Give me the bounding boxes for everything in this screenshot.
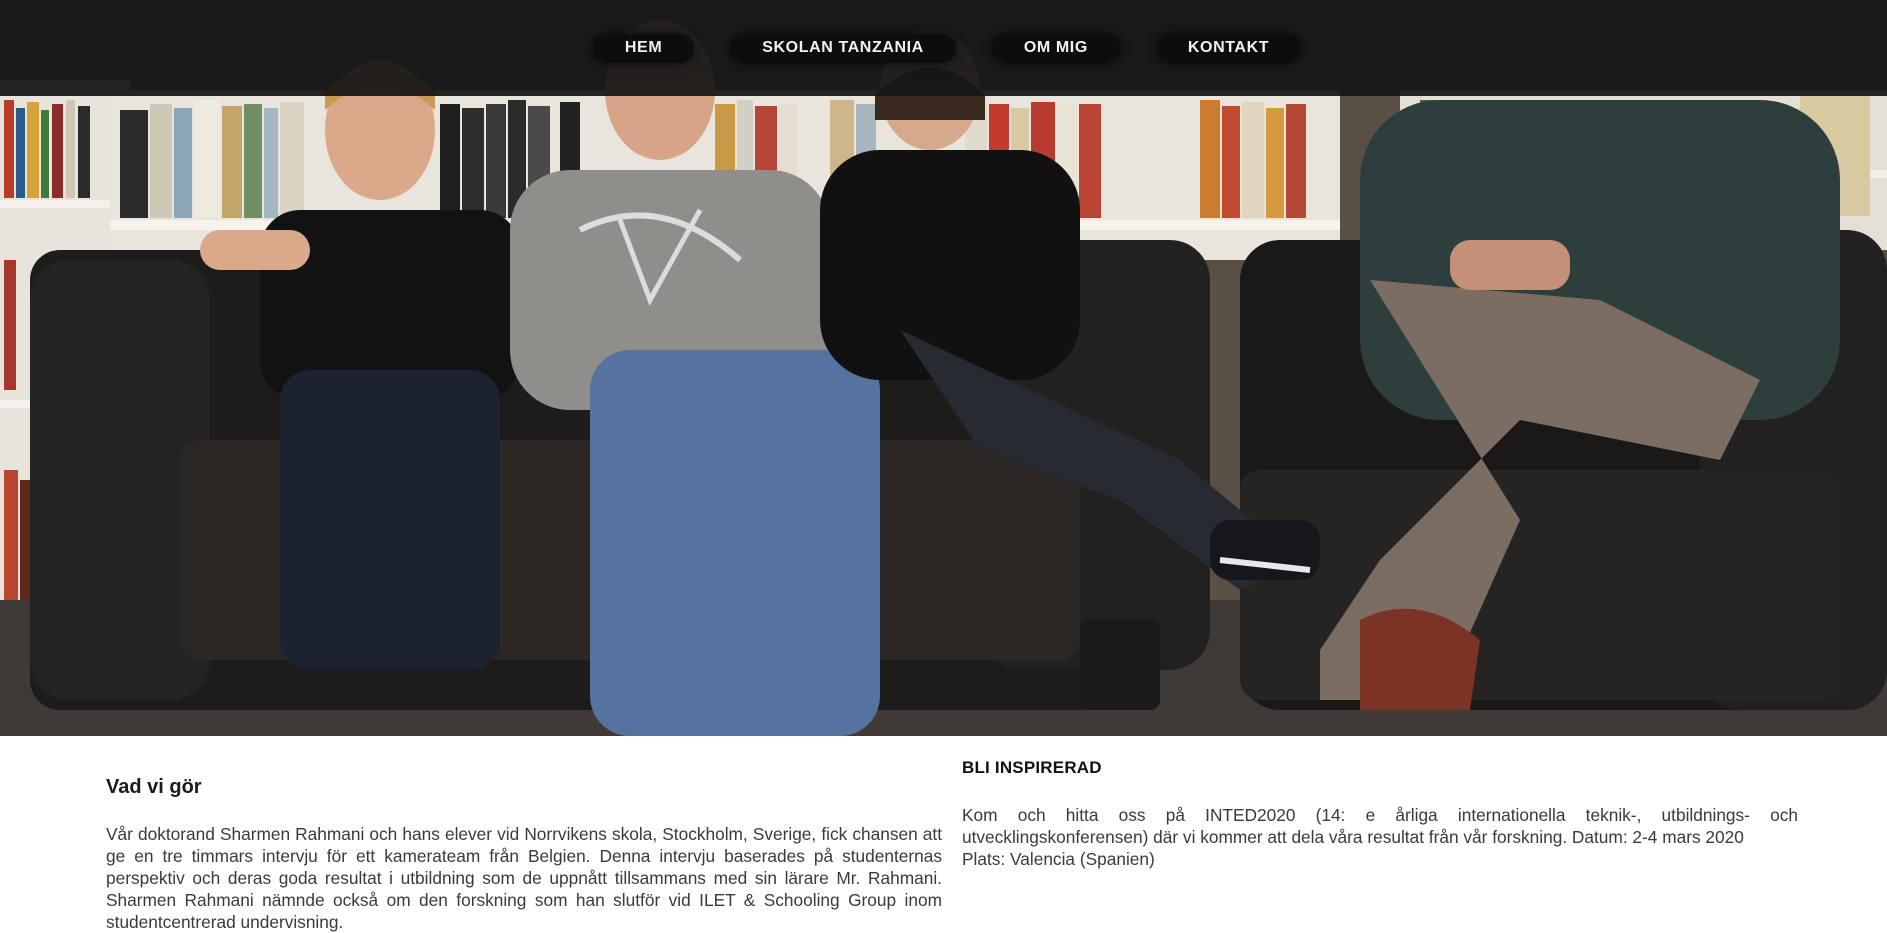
section-text: Kom och hitta oss på INTED2020 (14: e år… [962, 805, 1798, 847]
nav-item-kontakt[interactable]: KONTAKT [1155, 33, 1302, 63]
nav-menu: HEM SKOLAN TANZANIA OM MIG KONTAKT [592, 33, 1302, 63]
section-vad-vi-gor: Vad vi gör Vår doktorand Sharmen Rahmani… [106, 776, 942, 933]
section-bli-inspirerad: BLI INSPIRERAD Kom och hitta oss på INTE… [962, 758, 1798, 870]
hero-photo: HEM SKOLAN TANZANIA OM MIG KONTAKT [0, 0, 1887, 736]
section-text: Vår doktorand Sharmen Rahmani och hans e… [106, 824, 942, 932]
section-location-text: Plats: Valencia (Spanien) [962, 849, 1155, 869]
nav-item-skolan-tanzania[interactable]: SKOLAN TANZANIA [730, 33, 956, 63]
section-heading: Vad vi gör [106, 776, 202, 798]
nav-item-om-mig[interactable]: OM MIG [991, 33, 1120, 63]
top-navigation: HEM SKOLAN TANZANIA OM MIG KONTAKT [0, 0, 1887, 96]
section-heading: BLI INSPIRERAD [962, 758, 1102, 777]
hero-illustration [0, 0, 1887, 736]
nav-item-hem[interactable]: HEM [592, 33, 695, 63]
